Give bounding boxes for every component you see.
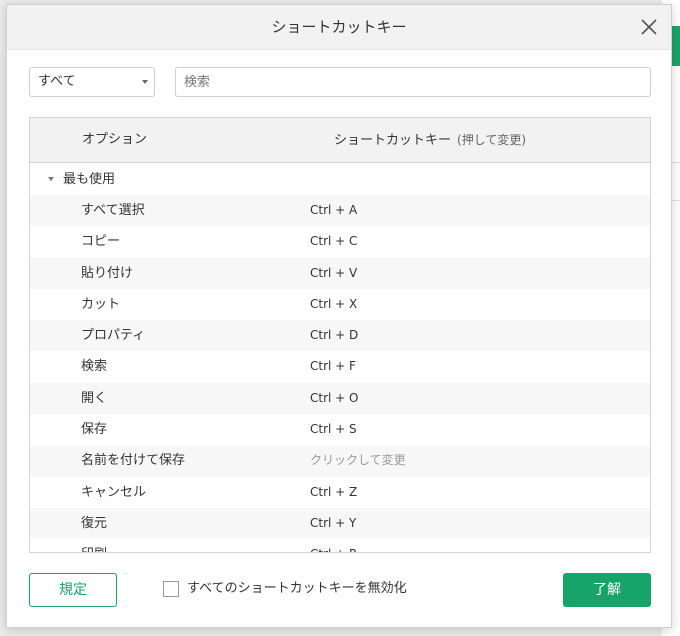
- group-label: 最も使用: [63, 172, 116, 187]
- option-name: すべて選択: [81, 203, 145, 218]
- table-row[interactable]: キャンセル Ctrl + Z: [30, 477, 650, 508]
- table-row[interactable]: 復元 Ctrl + Y: [30, 507, 650, 540]
- shortcut-key[interactable]: Ctrl + C: [310, 226, 357, 257]
- shortcut-key[interactable]: Ctrl + P: [310, 539, 356, 552]
- shortcut-key[interactable]: Ctrl + V: [310, 258, 357, 289]
- dialog-title-bar: ショートカットキー: [7, 5, 671, 50]
- table-row[interactable]: 貼り付け Ctrl + V: [30, 257, 650, 289]
- dialog-title: ショートカットキー: [271, 18, 407, 36]
- option-name: プロパティ: [81, 328, 146, 344]
- search-input[interactable]: [175, 67, 651, 97]
- shortcut-table: オプション ショートカットキー (押して変更) 最も使用 すべて選択 Ctrl +…: [29, 117, 651, 553]
- table-row[interactable]: コピー Ctrl + C: [30, 226, 650, 257]
- close-button[interactable]: [637, 15, 661, 39]
- column-header-shortcut: ショートカットキー (押して変更): [334, 118, 526, 163]
- column-header-shortcut-label: ショートカットキー: [334, 133, 452, 148]
- close-icon: [641, 19, 657, 35]
- shortcut-key[interactable]: Ctrl + O: [310, 383, 358, 414]
- shortcut-key[interactable]: Ctrl + X: [310, 289, 357, 320]
- option-name: コピー: [81, 234, 121, 250]
- shortcut-dialog: ショートカットキー すべて オプション ショートカットキー (押して変更) 最も使…: [6, 4, 672, 628]
- category-dropdown-value: すべて: [38, 74, 76, 89]
- option-name: 検索: [81, 359, 108, 375]
- disable-all-label: すべてのショートカットキーを無効化: [187, 581, 407, 596]
- option-name: 印刷: [81, 539, 107, 552]
- table-row[interactable]: すべて選択 Ctrl + A: [30, 195, 650, 227]
- chevron-down-icon: [142, 80, 148, 84]
- caret-down-icon[interactable]: [48, 177, 54, 181]
- shortcut-key[interactable]: Ctrl + Z: [310, 477, 357, 508]
- option-name: キャンセル: [81, 484, 147, 500]
- column-header-shortcut-hint: (押して変更): [457, 133, 527, 147]
- table-row[interactable]: カット Ctrl + X: [30, 289, 650, 320]
- option-name: 貼り付け: [81, 265, 134, 281]
- shortcut-key[interactable]: Ctrl + Y: [310, 508, 356, 539]
- shortcut-key[interactable]: Ctrl + S: [310, 414, 357, 445]
- option-name: 保存: [81, 422, 108, 438]
- table-header: オプション ショートカットキー (押して変更): [30, 118, 650, 163]
- table-row[interactable]: 印刷 Ctrl + P: [30, 539, 650, 552]
- table-row[interactable]: 検索 Ctrl + F: [30, 351, 650, 382]
- table-row[interactable]: 名前を付けて保存 クリックして変更: [30, 445, 650, 477]
- option-name: 復元: [81, 515, 108, 531]
- category-dropdown[interactable]: すべて: [29, 67, 155, 97]
- disable-all-checkbox[interactable]: [163, 581, 179, 597]
- table-row[interactable]: 保存 Ctrl + S: [30, 414, 650, 445]
- shortcut-key[interactable]: Ctrl + D: [310, 320, 358, 351]
- shortcut-key[interactable]: クリックして変更: [310, 445, 406, 476]
- option-name: 開く: [81, 390, 108, 406]
- table-row[interactable]: プロパティ Ctrl + D: [30, 320, 650, 352]
- option-name: 名前を付けて保存: [81, 453, 186, 469]
- table-row[interactable]: 開く Ctrl + O: [30, 382, 650, 415]
- reset-default-button[interactable]: 規定: [29, 573, 117, 607]
- shortcut-rows: すべて選択 Ctrl + A コピー Ctrl + C 貼り付け Ctrl + …: [30, 195, 650, 552]
- group-row-most-used[interactable]: 最も使用: [30, 164, 650, 195]
- column-header-option: オプション: [82, 132, 148, 147]
- shortcut-key[interactable]: Ctrl + A: [310, 195, 357, 226]
- shortcut-key[interactable]: Ctrl + F: [310, 351, 356, 382]
- option-name: カット: [81, 296, 121, 312]
- ok-button[interactable]: 了解: [563, 573, 651, 607]
